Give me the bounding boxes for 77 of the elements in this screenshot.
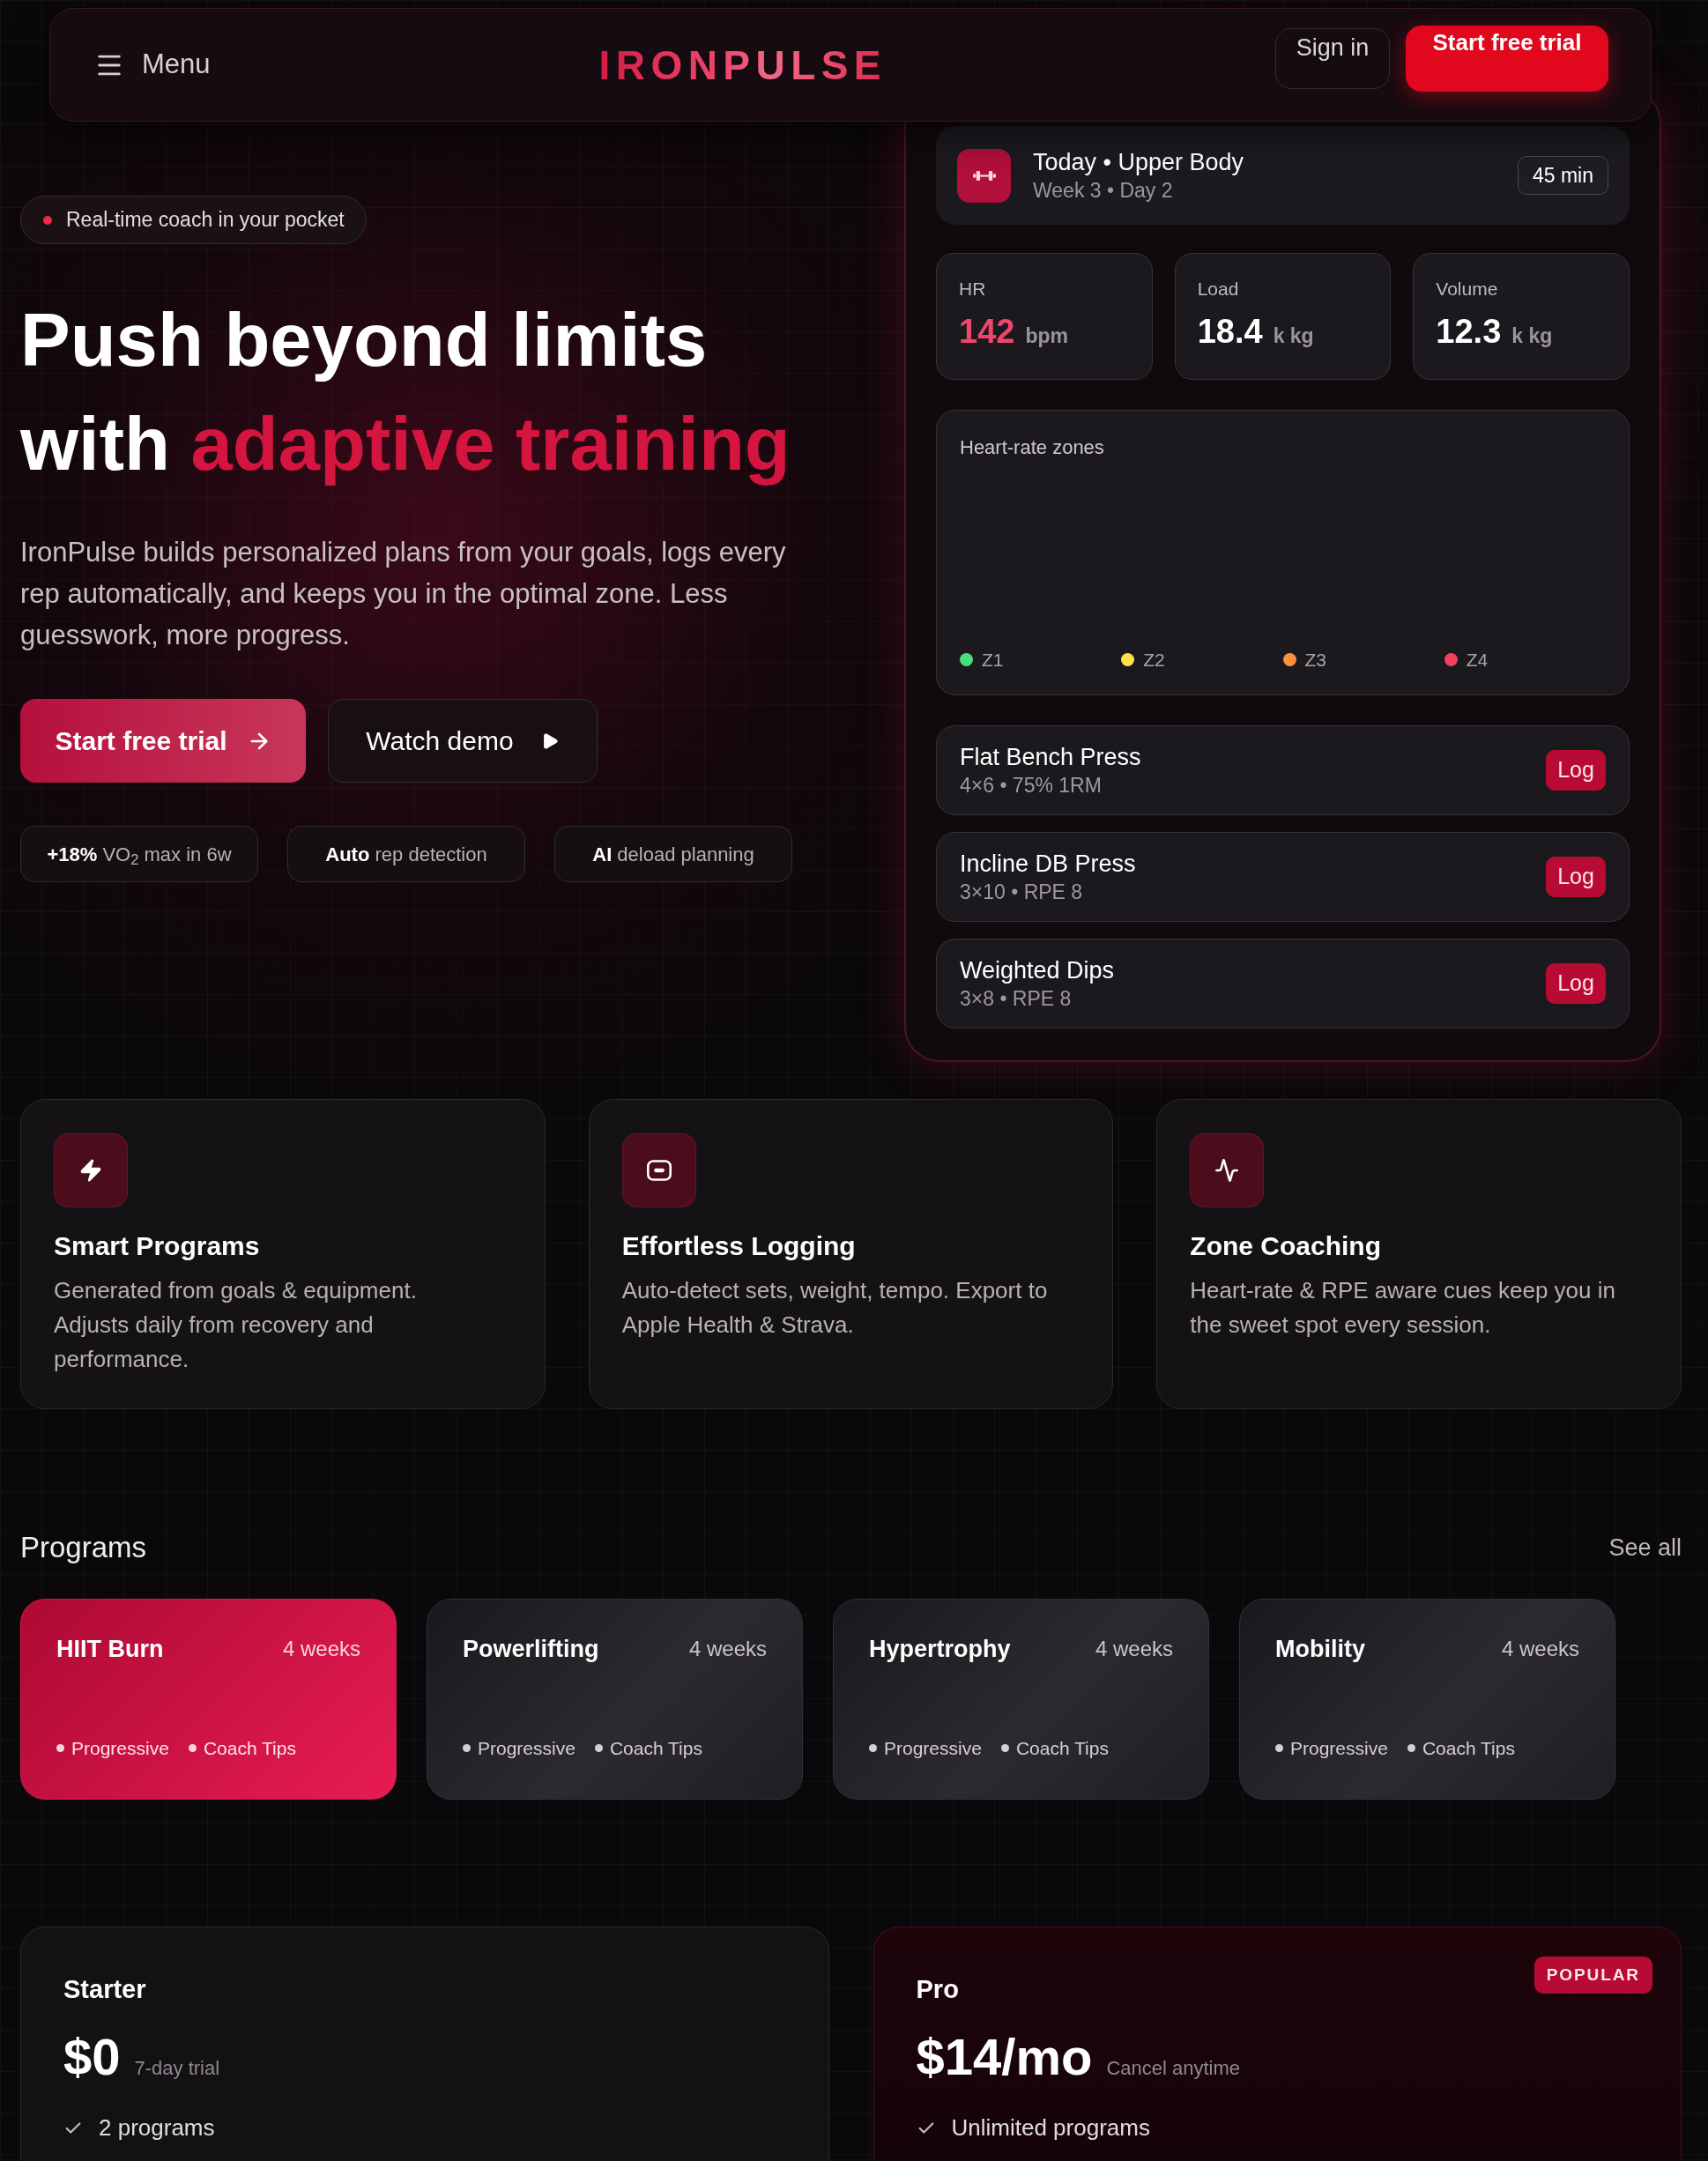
plan-note: 7-day trial — [134, 2056, 220, 2081]
menu-button[interactable]: Menu — [94, 44, 211, 85]
plan-feature: 2 programs — [99, 2113, 215, 2142]
plan-name: Pro — [916, 1974, 959, 2005]
feature-description: Heart-rate & RPE aware cues keep you in the sweet spot every session. — [1190, 1276, 1616, 1340]
stat-value: 142 — [959, 312, 1015, 351]
plan-feature: Unlimited programs — [951, 2113, 1150, 2142]
feature-title: Zone Coaching — [1190, 1230, 1381, 1262]
feature-description: Auto-detect sets, weight, tempo. Export to Apple Health & Strava. — [621, 1276, 1049, 1340]
program-tag: Coach Tips — [1422, 1734, 1515, 1762]
program-tag: Coach Tips — [609, 1734, 702, 1762]
program-name: Mobility — [1275, 1635, 1365, 1664]
popular-badge: POPULAR — [1533, 1957, 1652, 1994]
stat-value: 18.4 — [1197, 312, 1263, 351]
program-tag: Progressive — [884, 1734, 982, 1762]
program-name: Powerlifting — [463, 1635, 599, 1664]
exercise-detail: 3×10 • RPE 8 — [960, 880, 1083, 905]
sign-in-button[interactable]: Sign in — [1275, 28, 1390, 89]
feature-title: Effortless Logging — [621, 1230, 856, 1262]
zone-label: Z3 — [1304, 648, 1326, 672]
program-card[interactable]: HIIT Burn 4 weeks Progressive Coach Tips — [20, 1599, 397, 1800]
plan-price: $14/mo — [916, 2028, 1093, 2086]
watch-demo-button[interactable]: Watch demo — [328, 699, 598, 783]
exercise-detail: 3×8 • RPE 8 — [960, 986, 1072, 1012]
dumbbell-icon — [957, 148, 1011, 203]
see-all-link[interactable]: See all — [1608, 1529, 1682, 1566]
exercise-name: Incline DB Press — [960, 850, 1136, 879]
stat-label: Volume — [1436, 278, 1498, 301]
duration-badge: 45 min — [1517, 156, 1608, 195]
plan-name: Starter — [63, 1974, 146, 2005]
exercise-name: Flat Bench Press — [960, 743, 1141, 772]
program-tag: Progressive — [1290, 1734, 1388, 1762]
program-tag: Coach Tips — [203, 1734, 296, 1762]
stat-label: HR — [959, 278, 986, 301]
program-tag: Progressive — [478, 1734, 576, 1762]
program-card[interactable]: Hypertrophy 4 weeks Progressive Coach Tips — [833, 1599, 1209, 1800]
log-button[interactable]: Log — [1546, 857, 1606, 897]
tagline-text: Real-time coach in your pocket — [66, 207, 345, 234]
workout-title: Today • Upper Body — [1033, 148, 1244, 177]
hero-heading: Push beyond limits with adaptive training — [20, 297, 791, 487]
zone-label: Z2 — [1143, 648, 1165, 672]
exercise-detail: 4×6 • 75% 1RM — [960, 773, 1102, 798]
stat-unit: k kg — [1273, 323, 1314, 349]
start-trial-button[interactable]: Start free trial — [1406, 26, 1608, 92]
program-tag: Coach Tips — [1015, 1734, 1109, 1762]
log-button[interactable]: Log — [1546, 750, 1606, 791]
stat-unit: k kg — [1511, 323, 1553, 349]
rounded-rectangle-icon — [621, 1133, 696, 1207]
program-name: Hypertrophy — [869, 1635, 1011, 1664]
programs-heading: Programs — [20, 1530, 147, 1566]
log-button[interactable]: Log — [1546, 963, 1606, 1004]
exercise-name: Weighted Dips — [960, 956, 1115, 985]
stat-value: 12.3 — [1436, 312, 1502, 351]
hero-description: IronPulse builds personalized plans from your goals, logs every rep automatically, and keeps you in the optimal zone. Less guesswork, more progress. — [20, 536, 787, 652]
plan-note: Cancel anytime — [1106, 2056, 1241, 2081]
program-duration: 4 weeks — [1095, 1636, 1173, 1662]
zone-label: Z1 — [982, 648, 1004, 672]
feature-title: Smart Programs — [54, 1230, 260, 1262]
workout-subtitle: Week 3 • Day 2 — [1033, 178, 1174, 204]
highlight-chip: Auto rep detection — [287, 826, 525, 882]
program-duration: 4 weeks — [282, 1636, 360, 1662]
plan-price: $0 — [63, 2028, 121, 2086]
program-card[interactable]: Mobility 4 weeks Progressive Coach Tips — [1239, 1599, 1615, 1800]
start-trial-button[interactable]: Start free trial — [20, 699, 306, 783]
program-duration: 4 weeks — [1501, 1636, 1579, 1662]
program-name: HIIT Burn — [56, 1635, 164, 1664]
stat-label: Load — [1197, 278, 1239, 301]
stat-unit: bpm — [1025, 323, 1068, 349]
program-duration: 4 weeks — [688, 1636, 767, 1662]
highlight-chip: +18% VO$_{2}$ max in 6w — [20, 826, 258, 882]
zone-label: Z4 — [1466, 648, 1489, 672]
lightning-bolt-icon — [54, 1133, 128, 1207]
zones-title: Heart-rate zones — [960, 435, 1104, 460]
program-card[interactable]: Powerlifting 4 weeks Progressive Coach Tips — [427, 1599, 803, 1800]
highlight-chip: AI deload planning — [554, 826, 792, 882]
feature-description: Generated from goals & equipment. Adjusts daily from recovery and performance. — [54, 1276, 418, 1374]
program-tag: Progressive — [71, 1734, 169, 1762]
